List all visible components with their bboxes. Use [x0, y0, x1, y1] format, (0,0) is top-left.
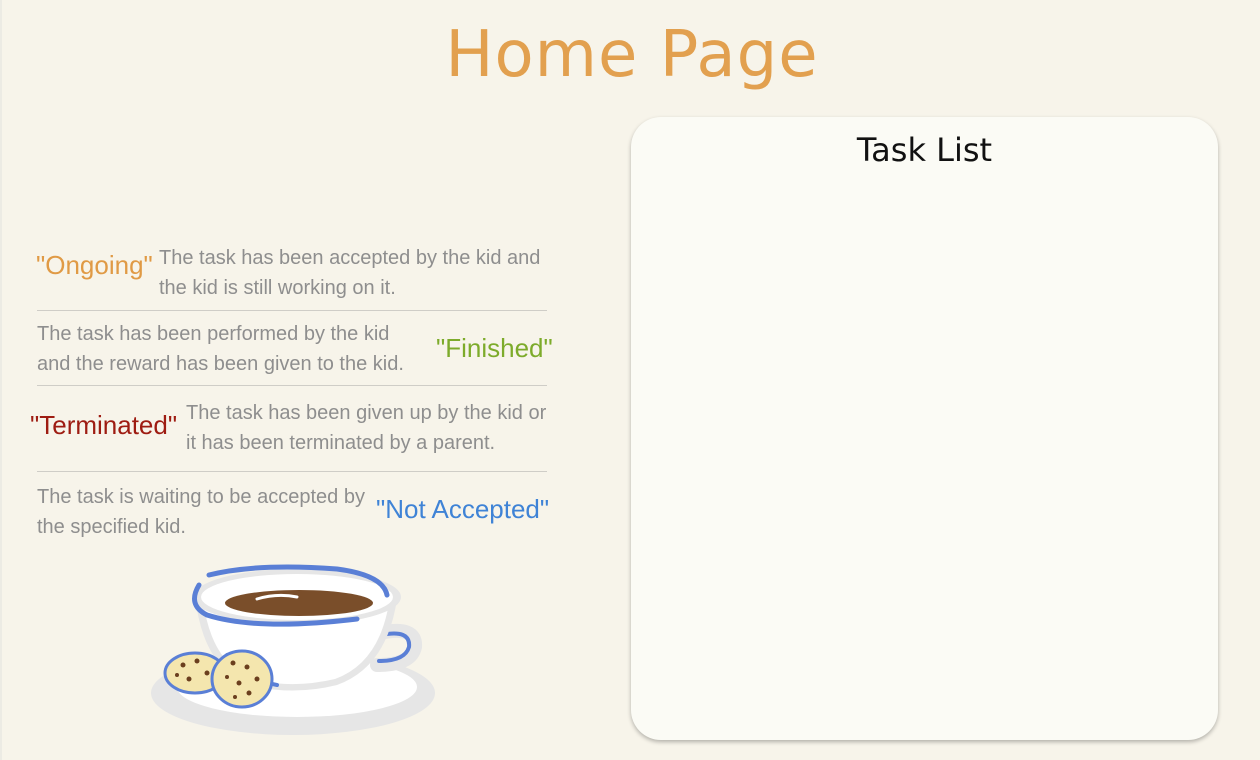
divider [37, 385, 547, 386]
status-label-not-accepted: "Not Accepted" [376, 494, 550, 524]
legend-item-ongoing: "Ongoing" The task has been accepted by … [32, 243, 547, 305]
status-label-terminated: "Terminated" [30, 410, 178, 440]
home-page: Home Page "Ongoing" The task has been ac… [0, 0, 1260, 760]
coffee-cup-with-cookies-illustration [151, 564, 435, 735]
status-description-not-accepted-line2: the specified kid. [37, 516, 186, 538]
status-description-terminated-line2: it has been terminated by a parent. [186, 432, 496, 454]
task-list-panel: Task List [631, 117, 1218, 740]
status-label-ongoing: "Ongoing" [36, 250, 153, 280]
divider [37, 471, 547, 472]
legend-item-finished: The task has been performed by the kid a… [32, 319, 553, 381]
status-description-ongoing-line2: the kid is still working on it. [159, 277, 396, 299]
legend-item-not-accepted: The task is waiting to be accepted by th… [32, 482, 550, 544]
status-label-finished: "Finished" [436, 333, 553, 363]
page-title: Home Page [445, 18, 819, 92]
status-description-finished-line2: and the reward has been given to the kid… [37, 353, 404, 375]
status-description-not-accepted-line1: The task is waiting to be accepted by [37, 486, 365, 508]
legend-item-terminated: "Terminated" The task has been given up … [30, 398, 547, 460]
divider [37, 310, 547, 311]
status-description-ongoing-line1: The task has been accepted by the kid an… [159, 247, 541, 269]
status-description-terminated-line1: The task has been given up by the kid or [186, 402, 547, 424]
status-description-finished-line1: The task has been performed by the kid [37, 323, 390, 345]
task-list-title: Task List [856, 131, 993, 169]
